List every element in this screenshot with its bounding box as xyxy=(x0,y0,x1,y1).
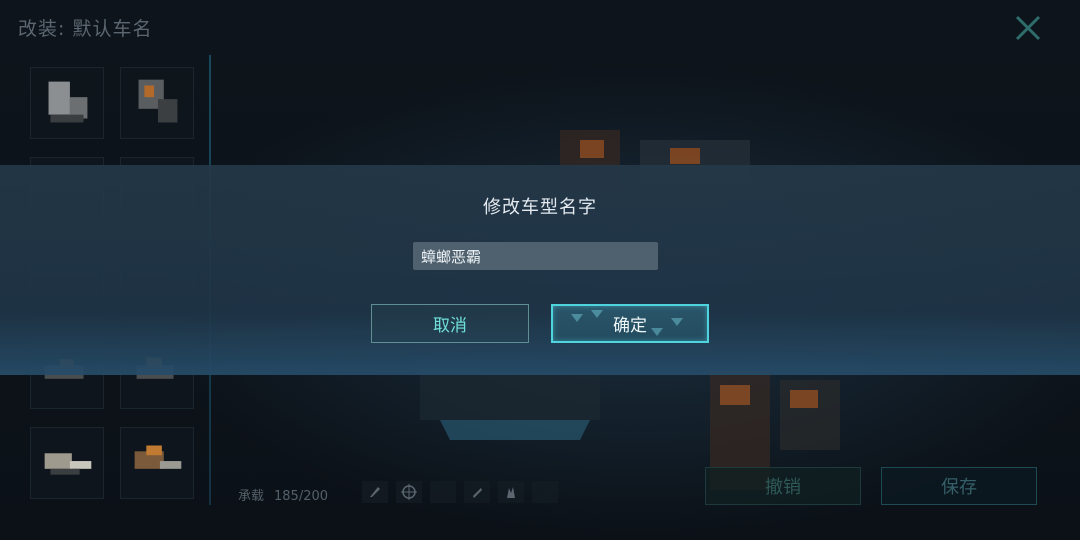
load-label: 承载 xyxy=(238,489,265,504)
load-capacity: 承载 185/200 xyxy=(238,485,328,504)
page-title: 改装: 默认车名 xyxy=(18,18,153,40)
part-slot[interactable] xyxy=(120,427,194,499)
vehicle-name-input[interactable] xyxy=(413,242,658,270)
weapon-slots xyxy=(362,481,558,503)
wrench-icon[interactable] xyxy=(464,481,490,503)
empty-slot[interactable] xyxy=(532,481,558,503)
dialog-title: 修改车型名字 xyxy=(483,197,597,218)
part-slot[interactable] xyxy=(30,67,104,139)
decor-triangle xyxy=(671,318,683,326)
part-slot[interactable] xyxy=(120,67,194,139)
part-slot[interactable] xyxy=(30,427,104,499)
rocket-icon[interactable] xyxy=(362,481,388,503)
confirm-button-label: 确定 xyxy=(613,316,647,336)
load-value: 185/200 xyxy=(274,489,329,504)
decor-triangle xyxy=(591,310,603,318)
empty-slot[interactable] xyxy=(430,481,456,503)
cancel-button[interactable]: 取消 xyxy=(371,304,529,343)
cancel-button-label: 取消 xyxy=(433,316,467,336)
confirm-button[interactable]: 确定 xyxy=(551,304,709,343)
save-button[interactable]: 保存 xyxy=(881,467,1037,505)
crosshair-icon[interactable] xyxy=(396,481,422,503)
decor-triangle xyxy=(651,328,663,336)
rename-dialog: 修改车型名字 取消 确定 xyxy=(0,165,1080,375)
undo-button[interactable]: 撤销 xyxy=(705,467,861,505)
close-icon[interactable] xyxy=(1012,12,1044,44)
decor-triangle xyxy=(571,314,583,322)
claw-icon[interactable] xyxy=(498,481,524,503)
